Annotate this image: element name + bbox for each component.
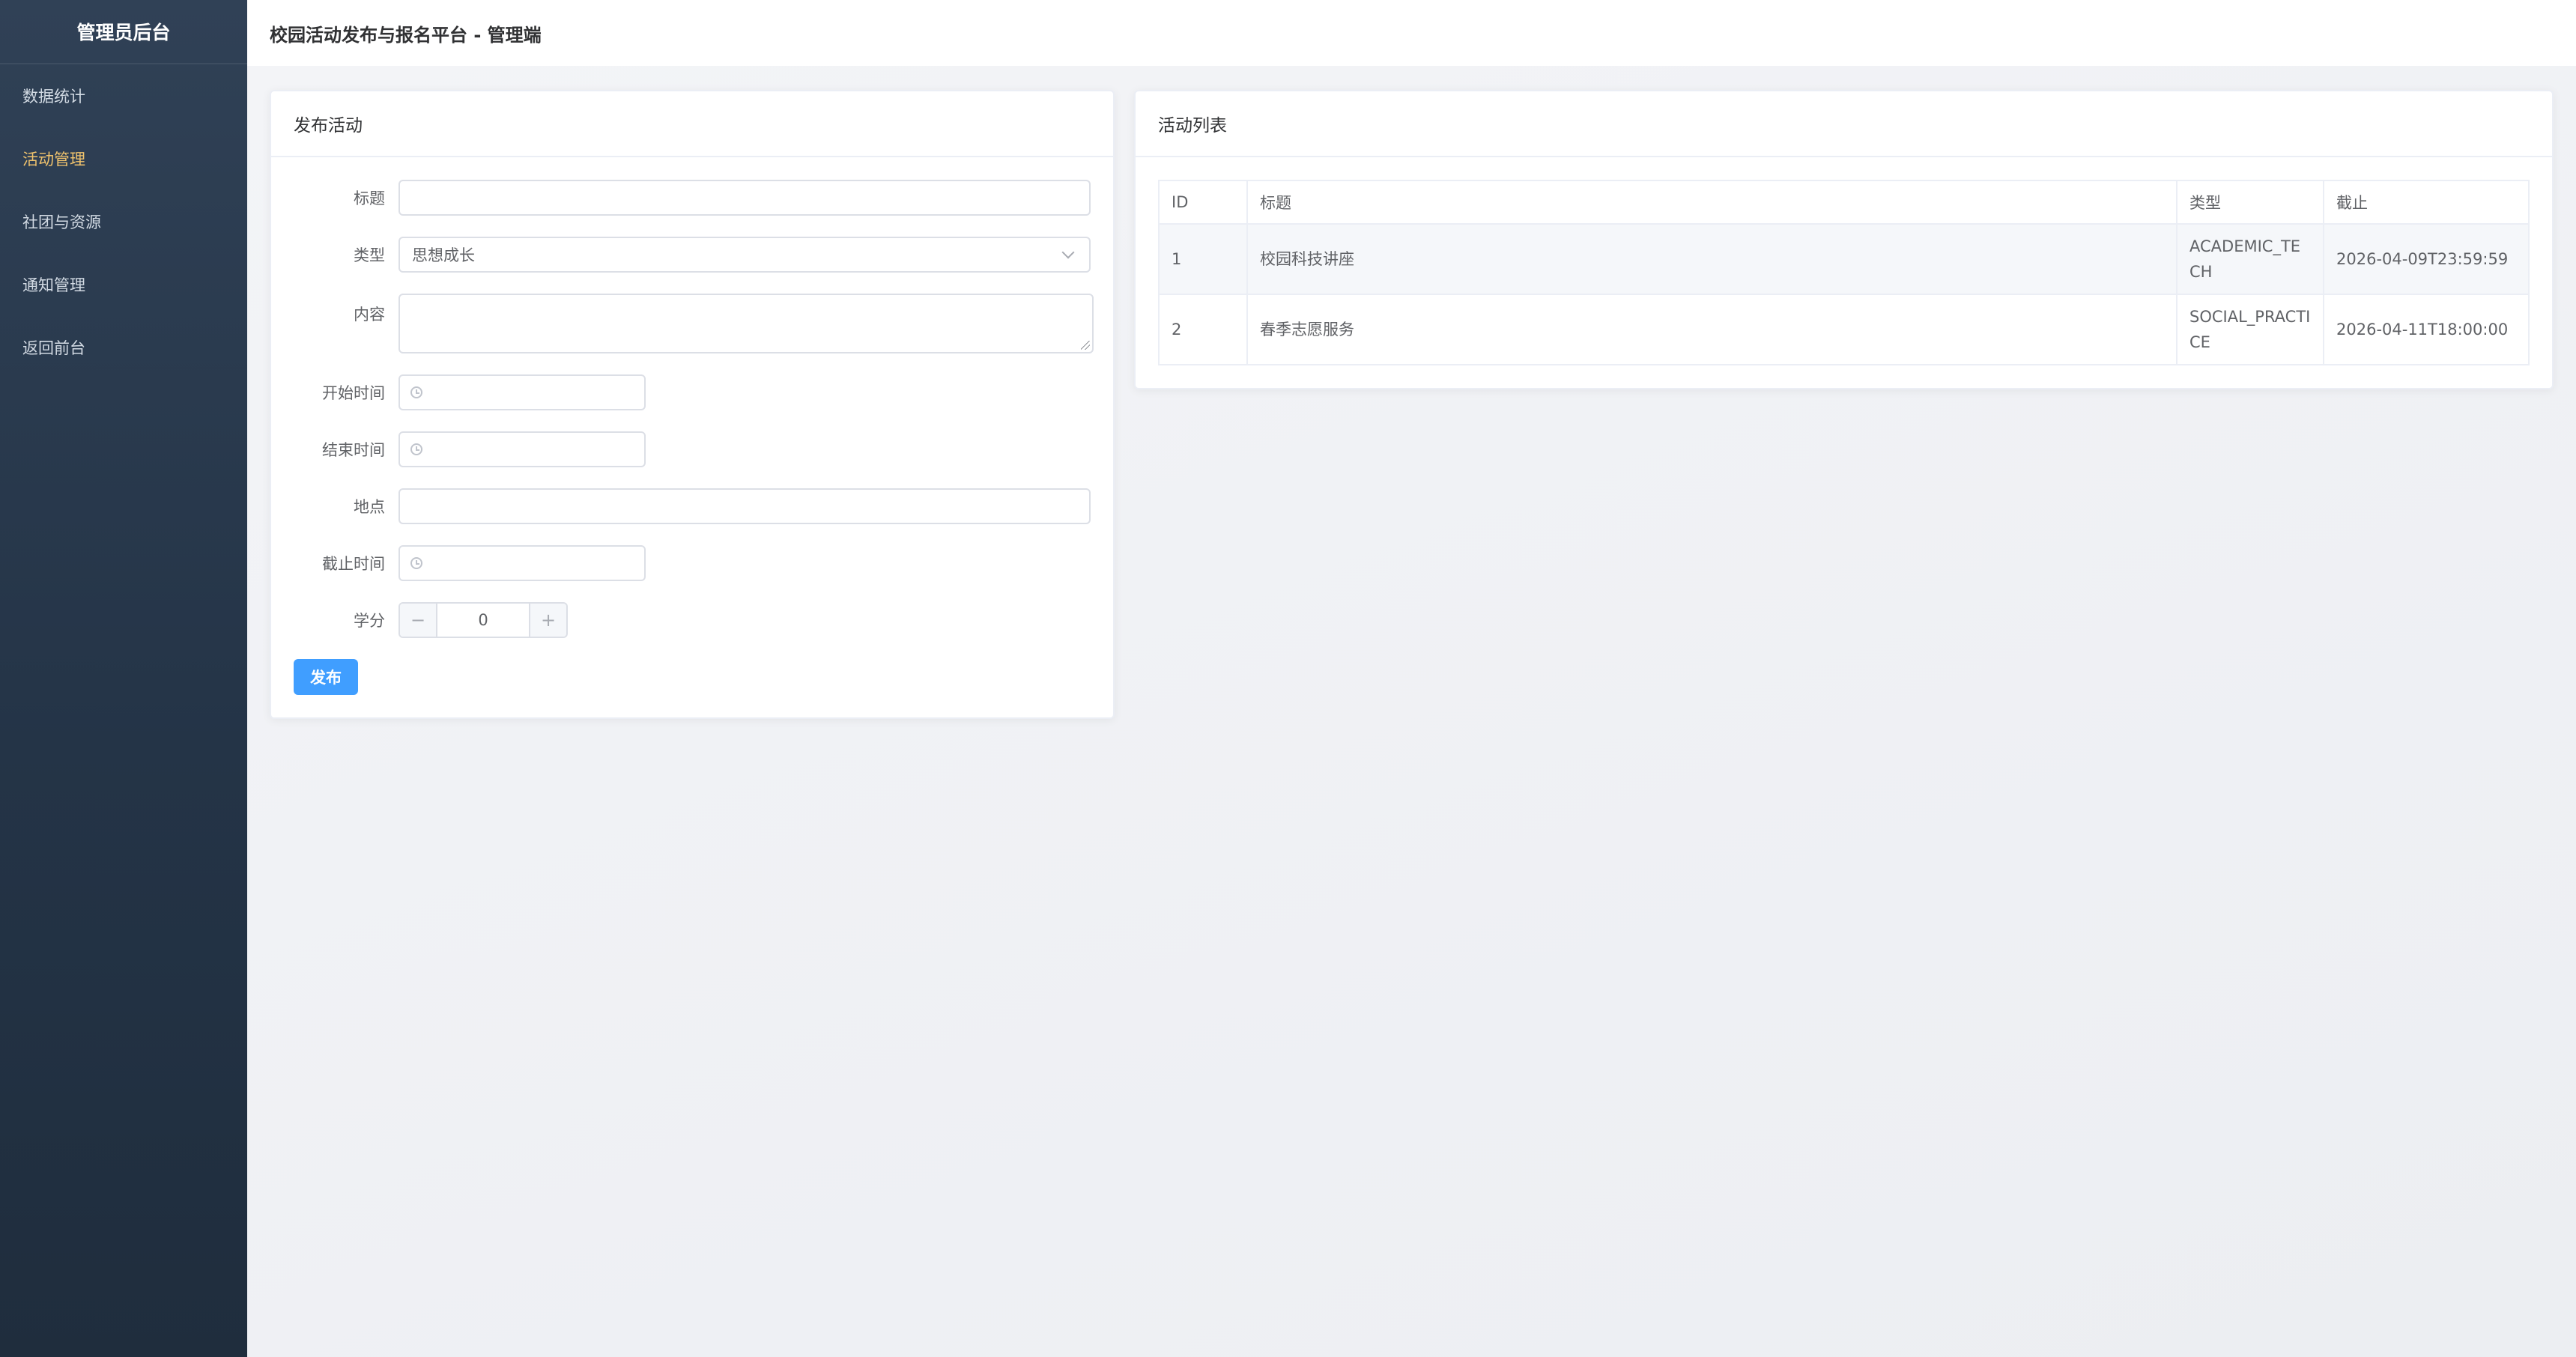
publish-activity-card: 发布活动 标题 类型 思想成长 内容 开始时间 结束时间 地点 截止时间 学分 … bbox=[270, 90, 1115, 719]
location-input[interactable] bbox=[398, 488, 1091, 524]
deadline-label: 截止时间 bbox=[322, 555, 385, 573]
end-time-label: 结束时间 bbox=[322, 441, 385, 459]
page-title: 校园活动发布与报名平台 - 管理端 bbox=[247, 0, 2576, 66]
clock-icon bbox=[410, 386, 422, 398]
sidebar: 管理员后台 数据统计 活动管理 社团与资源 通知管理 返回前台 bbox=[0, 0, 247, 1357]
credit-label: 学分 bbox=[354, 612, 385, 630]
table-row[interactable]: 2 春季志愿服务 SOCIAL_PRACTICE 2026-04-11T18:0… bbox=[1158, 294, 2530, 365]
cell-id: 1 bbox=[1158, 223, 1248, 295]
decrement-button[interactable]: − bbox=[400, 604, 437, 637]
sidebar-item-back-to-frontend[interactable]: 返回前台 bbox=[0, 316, 247, 379]
form-row-start-time: 开始时间 bbox=[294, 374, 1091, 410]
activity-list-body: ID 标题 类型 截止 1 校园科技讲座 ACADEMIC_TECH 2026-… bbox=[1136, 157, 2552, 388]
type-label: 类型 bbox=[354, 246, 385, 264]
form-row-type: 类型 思想成长 bbox=[294, 237, 1091, 273]
main-area: 校园活动发布与报名平台 - 管理端 发布活动 标题 类型 思想成长 内容 开始时… bbox=[247, 0, 2576, 1357]
activity-table: ID 标题 类型 截止 1 校园科技讲座 ACADEMIC_TECH 2026-… bbox=[1158, 180, 2530, 365]
resize-handle-icon[interactable] bbox=[1081, 341, 1090, 350]
chevron-down-icon bbox=[1061, 246, 1075, 259]
table-header-row: ID 标题 类型 截止 bbox=[1158, 180, 2530, 225]
form-row-location: 地点 bbox=[294, 488, 1091, 524]
activity-list-card: 活动列表 ID 标题 类型 截止 1 校园科技讲座 ACADEMIC_TECH … bbox=[1134, 90, 2554, 389]
app-root: 管理员后台 数据统计 活动管理 社团与资源 通知管理 返回前台 校园活动发布与报… bbox=[0, 0, 2576, 1357]
table-row[interactable]: 1 校园科技讲座 ACADEMIC_TECH 2026-04-09T23:59:… bbox=[1158, 223, 2530, 295]
credit-value[interactable]: 0 bbox=[437, 604, 529, 637]
cell-id: 2 bbox=[1158, 294, 1248, 365]
form-row-credit: 学分 − 0 + bbox=[294, 602, 1091, 638]
content-label: 内容 bbox=[354, 306, 385, 324]
credit-stepper: − 0 + bbox=[398, 602, 568, 638]
type-select-value: 思想成长 bbox=[412, 246, 475, 264]
end-time-picker[interactable] bbox=[398, 431, 646, 467]
column-header-title: 标题 bbox=[1246, 180, 2178, 225]
title-label: 标题 bbox=[354, 189, 385, 207]
cell-deadline: 2026-04-11T18:00:00 bbox=[2323, 294, 2530, 365]
sidebar-item-statistics[interactable]: 数据统计 bbox=[0, 64, 247, 127]
publish-activity-form: 标题 类型 思想成长 内容 开始时间 结束时间 地点 截止时间 学分 − 0 +… bbox=[271, 157, 1113, 717]
cell-deadline: 2026-04-09T23:59:59 bbox=[2323, 223, 2530, 295]
start-time-label: 开始时间 bbox=[322, 384, 385, 402]
start-time-picker[interactable] bbox=[398, 374, 646, 410]
content-textarea[interactable] bbox=[398, 294, 1094, 353]
column-header-type: 类型 bbox=[2176, 180, 2324, 225]
content-area: 发布活动 标题 类型 思想成长 内容 开始时间 结束时间 地点 截止时间 学分 … bbox=[247, 66, 2576, 1357]
title-input[interactable] bbox=[398, 180, 1091, 216]
sidebar-item-activity-management[interactable]: 活动管理 bbox=[0, 127, 247, 190]
cell-type: ACADEMIC_TECH bbox=[2176, 223, 2324, 295]
column-header-id: ID bbox=[1158, 180, 1248, 225]
location-label: 地点 bbox=[354, 498, 385, 516]
deadline-picker[interactable] bbox=[398, 545, 646, 581]
cell-type: SOCIAL_PRACTICE bbox=[2176, 294, 2324, 365]
sidebar-item-notifications[interactable]: 通知管理 bbox=[0, 253, 247, 316]
activity-list-title: 活动列表 bbox=[1136, 91, 2552, 157]
form-row-deadline: 截止时间 bbox=[294, 545, 1091, 581]
cell-title: 校园科技讲座 bbox=[1246, 223, 2178, 295]
publish-button[interactable]: 发布 bbox=[294, 659, 358, 695]
clock-icon bbox=[410, 443, 422, 455]
form-row-end-time: 结束时间 bbox=[294, 431, 1091, 467]
form-row-content: 内容 bbox=[294, 294, 1094, 353]
publish-activity-title: 发布活动 bbox=[271, 91, 1113, 157]
column-header-deadline: 截止 bbox=[2323, 180, 2530, 225]
sidebar-title: 管理员后台 bbox=[0, 0, 247, 64]
form-row-title: 标题 bbox=[294, 180, 1091, 216]
type-select[interactable]: 思想成长 bbox=[398, 237, 1091, 273]
increment-button[interactable]: + bbox=[529, 604, 566, 637]
clock-icon bbox=[410, 557, 422, 569]
sidebar-item-clubs-resources[interactable]: 社团与资源 bbox=[0, 190, 247, 253]
cell-title: 春季志愿服务 bbox=[1246, 294, 2178, 365]
content-textarea-wrap bbox=[398, 294, 1094, 353]
